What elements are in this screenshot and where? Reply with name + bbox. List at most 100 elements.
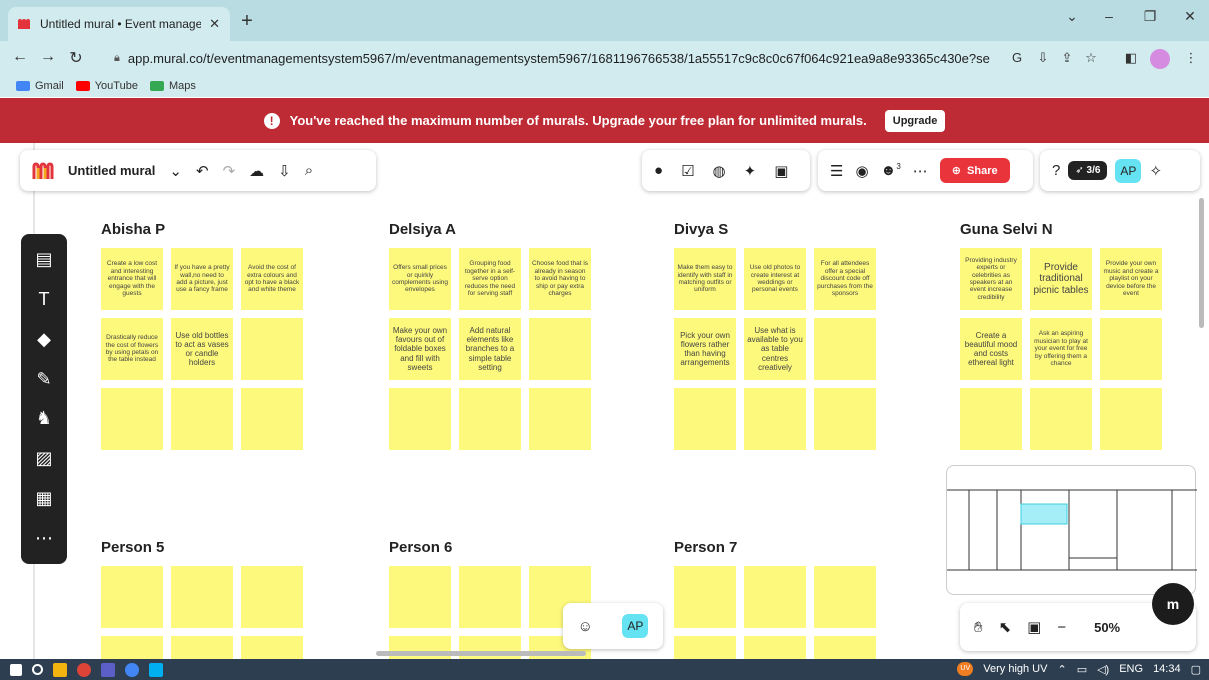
comments-icon[interactable]: ◉ — [855, 162, 868, 180]
export-icon[interactable]: ⇩ — [278, 162, 291, 180]
sticky-note[interactable]: Providing industry experts or celebritie… — [960, 248, 1022, 310]
sticky-note[interactable]: Use old photos to create interest at wed… — [744, 248, 806, 310]
sticky-note[interactable]: If you have a pretty wall,no need to add… — [171, 248, 233, 310]
shapes-icon[interactable]: ◆ — [33, 329, 55, 350]
minimize-button[interactable]: – — [1097, 8, 1121, 24]
sticky-note[interactable] — [241, 636, 303, 659]
browser-menu-icon[interactable]: ⋮ — [1182, 50, 1200, 66]
cloud-saved-icon[interactable]: ☁ — [249, 162, 264, 180]
sticky-note[interactable] — [101, 388, 163, 450]
bookmark-star-icon[interactable]: ☆ — [1082, 50, 1100, 66]
sticky-note[interactable] — [674, 636, 736, 659]
sticky-note[interactable] — [814, 636, 876, 659]
back-icon[interactable]: ← — [10, 48, 30, 66]
sticky-note[interactable]: Use what is available to you as table ce… — [744, 318, 806, 380]
weather-text[interactable]: Very high UV — [983, 663, 1047, 675]
image-icon[interactable]: ▨ — [33, 448, 55, 469]
close-window-button[interactable]: ✕ — [1178, 8, 1202, 25]
collaborators-icon[interactable]: ☻3 — [881, 162, 901, 179]
more-icon[interactable]: ⋯ — [913, 162, 928, 180]
timer-icon[interactable]: ● — [654, 162, 663, 179]
lock-content-icon[interactable]: ▣ — [774, 162, 788, 180]
sticky-note[interactable] — [389, 566, 451, 628]
windows-start-icon[interactable] — [10, 663, 22, 676]
minimap-toggle-icon[interactable]: ▣ — [1027, 618, 1041, 636]
upgrade-button[interactable]: Upgrade — [884, 109, 946, 132]
mural-canvas[interactable]: Untitled mural ⌄ ↶ ↷ ☁ ⇩ ⌕ ● ☑ ◍ ✦ ▣ ☰ ◉… — [0, 143, 1209, 659]
sticky-note[interactable] — [674, 566, 736, 628]
outline-icon[interactable]: ☰ — [830, 162, 843, 180]
text-icon[interactable]: T — [33, 289, 55, 310]
new-tab-button[interactable]: + — [236, 10, 258, 33]
help-icon[interactable]: ? — [1052, 162, 1060, 179]
sticky-note[interactable]: Add natural elements like branches to a … — [459, 318, 521, 380]
restore-button[interactable]: ❐ — [1138, 8, 1162, 25]
search-icon[interactable] — [32, 664, 43, 675]
more-tools-icon[interactable]: ⋯ — [33, 528, 55, 549]
volume-icon[interactable]: ◁) — [1097, 663, 1109, 676]
notifications-icon[interactable]: ▢ — [1191, 663, 1201, 676]
sticky-note[interactable] — [744, 566, 806, 628]
mural-logo-icon[interactable] — [32, 162, 54, 180]
sticky-note[interactable] — [529, 388, 591, 450]
select-icon[interactable]: ⬉ — [999, 618, 1012, 636]
sticky-note[interactable]: Grouping food together in a self-serve o… — [459, 248, 521, 310]
sticky-note[interactable] — [744, 388, 806, 450]
forward-icon[interactable]: → — [38, 48, 58, 66]
sticky-note[interactable] — [241, 388, 303, 450]
sticky-note[interactable]: Provide your own music and create a play… — [1100, 248, 1162, 310]
google-icon[interactable]: G — [1008, 50, 1026, 65]
sticky-note[interactable]: Create a beautiful mood and costs ethere… — [960, 318, 1022, 380]
emoji-icon[interactable]: ☺ — [578, 618, 593, 635]
battery-icon[interactable]: ▭ — [1077, 663, 1087, 676]
tray-overflow-icon[interactable]: ⌃ — [1057, 663, 1066, 676]
teams-icon[interactable] — [101, 662, 115, 677]
language[interactable]: ENG — [1119, 663, 1143, 675]
mural-help-button[interactable]: m — [1152, 583, 1194, 625]
share-button[interactable]: ⊕ Share — [939, 158, 1010, 183]
sticky-note[interactable] — [814, 318, 876, 380]
browser-tab[interactable]: Untitled mural • Event managem ✕ — [8, 7, 230, 41]
sticky-note[interactable] — [171, 636, 233, 659]
undo-icon[interactable]: ↶ — [196, 162, 209, 180]
templates-icon[interactable]: ♞ — [33, 408, 55, 429]
bookmark-gmail[interactable]: Gmail — [16, 80, 64, 92]
file-explorer-icon[interactable] — [53, 662, 67, 677]
sticky-note[interactable] — [241, 566, 303, 628]
mural-title[interactable]: Untitled mural — [68, 163, 155, 178]
pen-icon[interactable]: ✎ — [33, 369, 55, 390]
zoom-out-icon[interactable]: − — [1057, 619, 1066, 636]
sticky-note[interactable] — [1030, 388, 1092, 450]
sticky-note[interactable] — [744, 636, 806, 659]
sticky-note[interactable] — [960, 388, 1022, 450]
voting-icon[interactable]: ☑ — [681, 162, 694, 180]
sticky-note[interactable] — [101, 636, 163, 659]
sticky-note[interactable]: Provide traditional picnic tables — [1030, 248, 1092, 310]
install-icon[interactable]: ⇩ — [1034, 50, 1052, 66]
sticky-note[interactable]: Make them easy to identify with staff in… — [674, 248, 736, 310]
sticky-note[interactable]: Make your own favours out of foldable bo… — [389, 318, 451, 380]
redo-icon[interactable]: ↷ — [223, 162, 236, 180]
sticky-note[interactable]: Avoid the cost of extra colours and opt … — [241, 248, 303, 310]
sticky-note[interactable]: Choose food that is already in season to… — [529, 248, 591, 310]
sticky-note[interactable] — [1100, 388, 1162, 450]
horizontal-scrollbar[interactable] — [376, 651, 586, 656]
clock[interactable]: 14:34 — [1153, 663, 1181, 675]
url-field[interactable]: 🔒︎ app.mural.co/t/eventmanagementsystem5… — [104, 45, 1000, 71]
user-avatar[interactable]: AP — [1115, 158, 1142, 183]
sticky-note[interactable] — [814, 388, 876, 450]
sticky-note[interactable] — [529, 318, 591, 380]
search-icon[interactable]: ⌕ — [305, 162, 313, 179]
profile-avatar[interactable] — [1150, 49, 1170, 69]
apps-icon[interactable]: ▦ — [33, 488, 55, 509]
bottom-user-avatar[interactable]: AP — [622, 614, 649, 638]
reload-icon[interactable]: ↻ — [66, 48, 86, 68]
share-page-icon[interactable]: ⇪ — [1058, 50, 1076, 66]
vertical-scrollbar[interactable] — [1199, 198, 1204, 328]
minimap[interactable] — [946, 465, 1197, 595]
laser-pointer-icon[interactable]: ✦ — [744, 162, 757, 180]
private-mode-icon[interactable]: ◍ — [713, 162, 726, 180]
zoom-level[interactable]: 50% — [1094, 620, 1120, 635]
sticky-note-icon[interactable]: ▤ — [33, 249, 55, 270]
sticky-note[interactable] — [101, 566, 163, 628]
